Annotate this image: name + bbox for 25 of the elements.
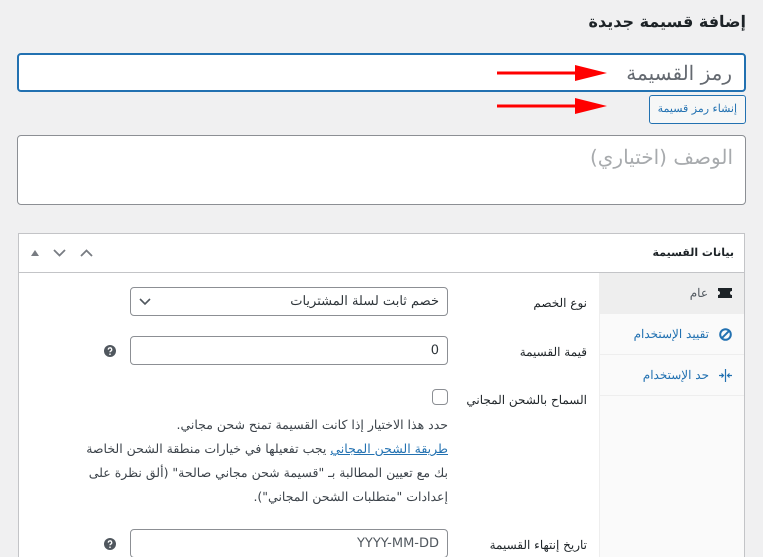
field-label: نوع الخصم [532, 295, 588, 312]
checkbox[interactable] [432, 389, 448, 405]
text-field[interactable]: 0 [130, 336, 448, 365]
arrow-icon [497, 65, 607, 81]
collapse-icon [719, 368, 732, 382]
discount-type-select[interactable]: خصم ثابت لسلة المشتريات [130, 287, 448, 316]
panel-title: بيانات القسيمة [652, 244, 734, 261]
chevron-down-icon[interactable] [53, 249, 66, 257]
field-label: السماح بالشحن المجاني [465, 392, 588, 409]
page-title: إضافة قسيمة جديدة [588, 11, 746, 33]
generate-code-button[interactable]: إنشاء رمز قسيمة [648, 95, 746, 124]
field-label: تاريخ إنتهاء القسيمة [488, 537, 588, 554]
arrow-icon [497, 98, 607, 114]
coupon-code-field[interactable]: رمز القسيمة [17, 53, 746, 92]
panel-tab[interactable]: عام [600, 273, 744, 314]
shipping-method-link[interactable]: طريقة الشحن المجاني [330, 441, 448, 456]
description-field[interactable]: الوصف (اختياري) [17, 135, 746, 205]
ticket-icon [718, 287, 732, 299]
chevron-up-icon[interactable] [80, 249, 93, 257]
chevron-down-icon [139, 298, 151, 306]
help-text: حدد هذا الاختيار إذا كانت القسيمة تمنح شحن مجاني. طريقة الشحن المجاني يجب تفعيلها في خيارات منطقة الشحن الخاصة بك مع تعيين المطالبة بـ "قسيمة شحن مجاني صالحة" (ألق نظرة على إعدادات "متطلبات الشحن المجاني"). [85, 416, 448, 506]
text-field[interactable]: YYYY-MM-DD [130, 529, 448, 557]
triangle-up-icon[interactable] [31, 250, 39, 256]
prohibited-icon [719, 328, 732, 340]
field-label: قيمة القسيمة [518, 344, 588, 361]
